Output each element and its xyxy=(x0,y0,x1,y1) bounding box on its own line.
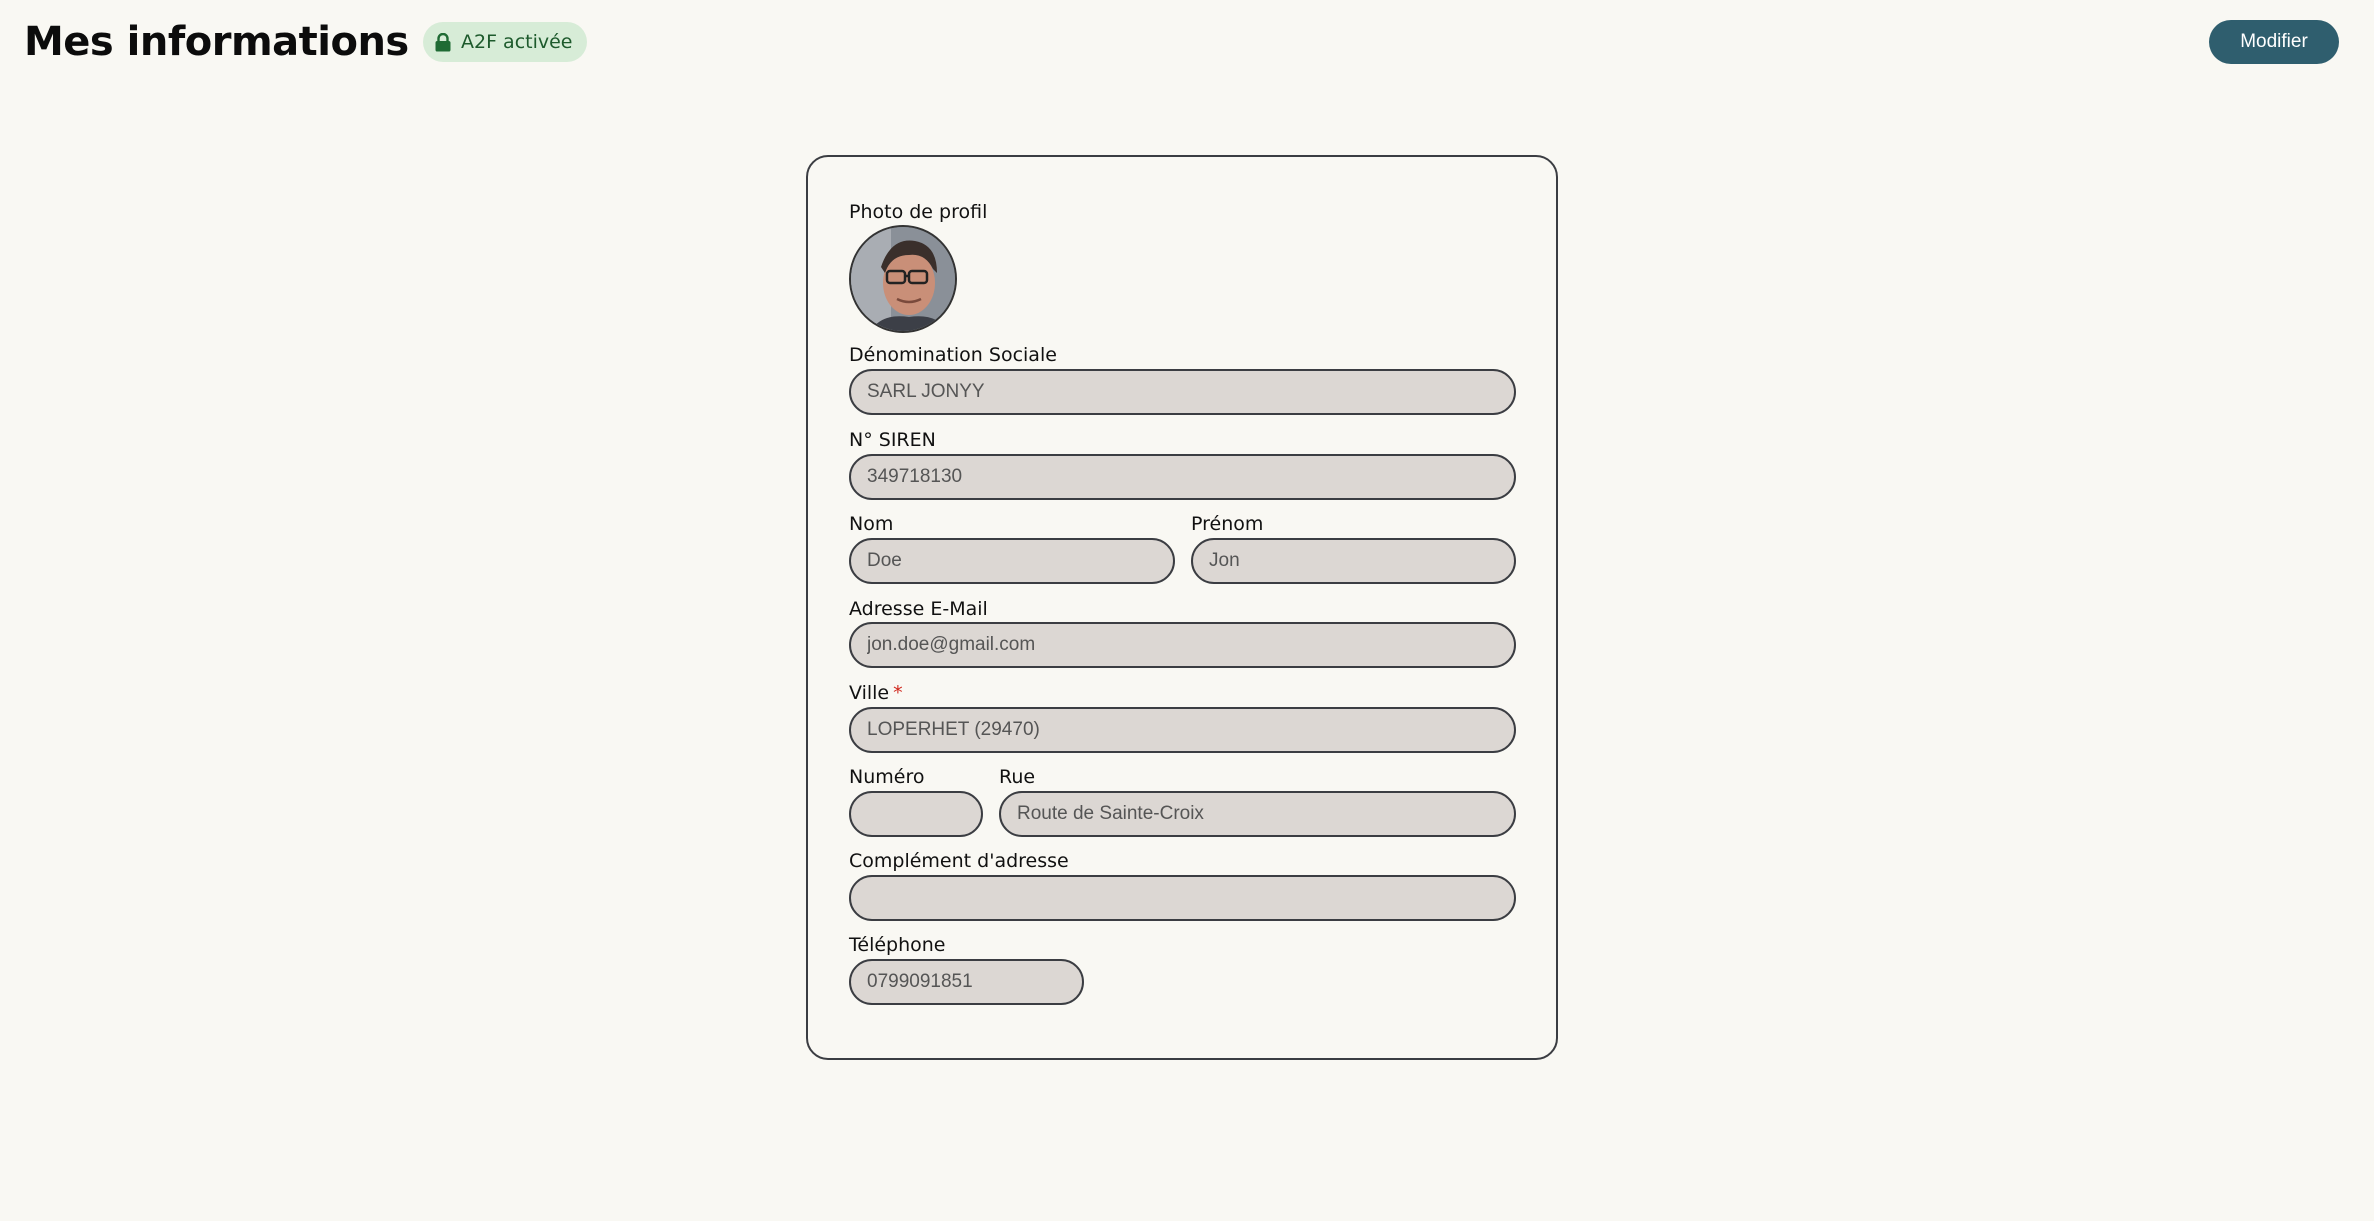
company-name-label: Dénomination Sociale xyxy=(849,344,1057,366)
profile-photo xyxy=(851,227,955,331)
required-marker: * xyxy=(893,682,903,704)
profile-form-card: Photo de profil Dénomination Sociale N° … xyxy=(806,155,1558,1060)
phone-label: Téléphone xyxy=(849,934,946,956)
page: Mes informations A2F activée Modifier Ph… xyxy=(0,0,2374,1221)
company-name-field[interactable] xyxy=(849,369,1516,415)
street-number-field[interactable] xyxy=(849,791,983,837)
city-label-text: Ville xyxy=(849,682,890,704)
last-name-field[interactable] xyxy=(849,538,1175,584)
first-name-field[interactable] xyxy=(1191,538,1516,584)
profile-photo-label: Photo de profil xyxy=(849,201,988,223)
address-complement-label: Complément d'adresse xyxy=(849,850,1069,872)
profile-avatar[interactable] xyxy=(849,225,957,333)
two-factor-badge-label: A2F activée xyxy=(461,31,573,53)
street-label: Rue xyxy=(999,766,1036,788)
siren-field[interactable] xyxy=(849,454,1516,500)
email-label: Adresse E-Mail xyxy=(849,598,988,620)
lock-icon xyxy=(435,32,451,52)
address-complement-field[interactable] xyxy=(849,875,1516,921)
two-factor-badge: A2F activée xyxy=(423,22,587,62)
first-name-label: Prénom xyxy=(1191,513,1264,535)
city-label: Ville * xyxy=(849,682,903,704)
last-name-label: Nom xyxy=(849,513,894,535)
email-field[interactable] xyxy=(849,622,1516,668)
city-field[interactable] xyxy=(849,707,1516,753)
siren-label: N° SIREN xyxy=(849,429,936,451)
modify-button[interactable]: Modifier xyxy=(2209,20,2339,64)
street-field[interactable] xyxy=(999,791,1516,837)
street-number-label: Numéro xyxy=(849,766,925,788)
page-title: Mes informations xyxy=(24,19,409,65)
phone-field[interactable] xyxy=(849,959,1084,1005)
